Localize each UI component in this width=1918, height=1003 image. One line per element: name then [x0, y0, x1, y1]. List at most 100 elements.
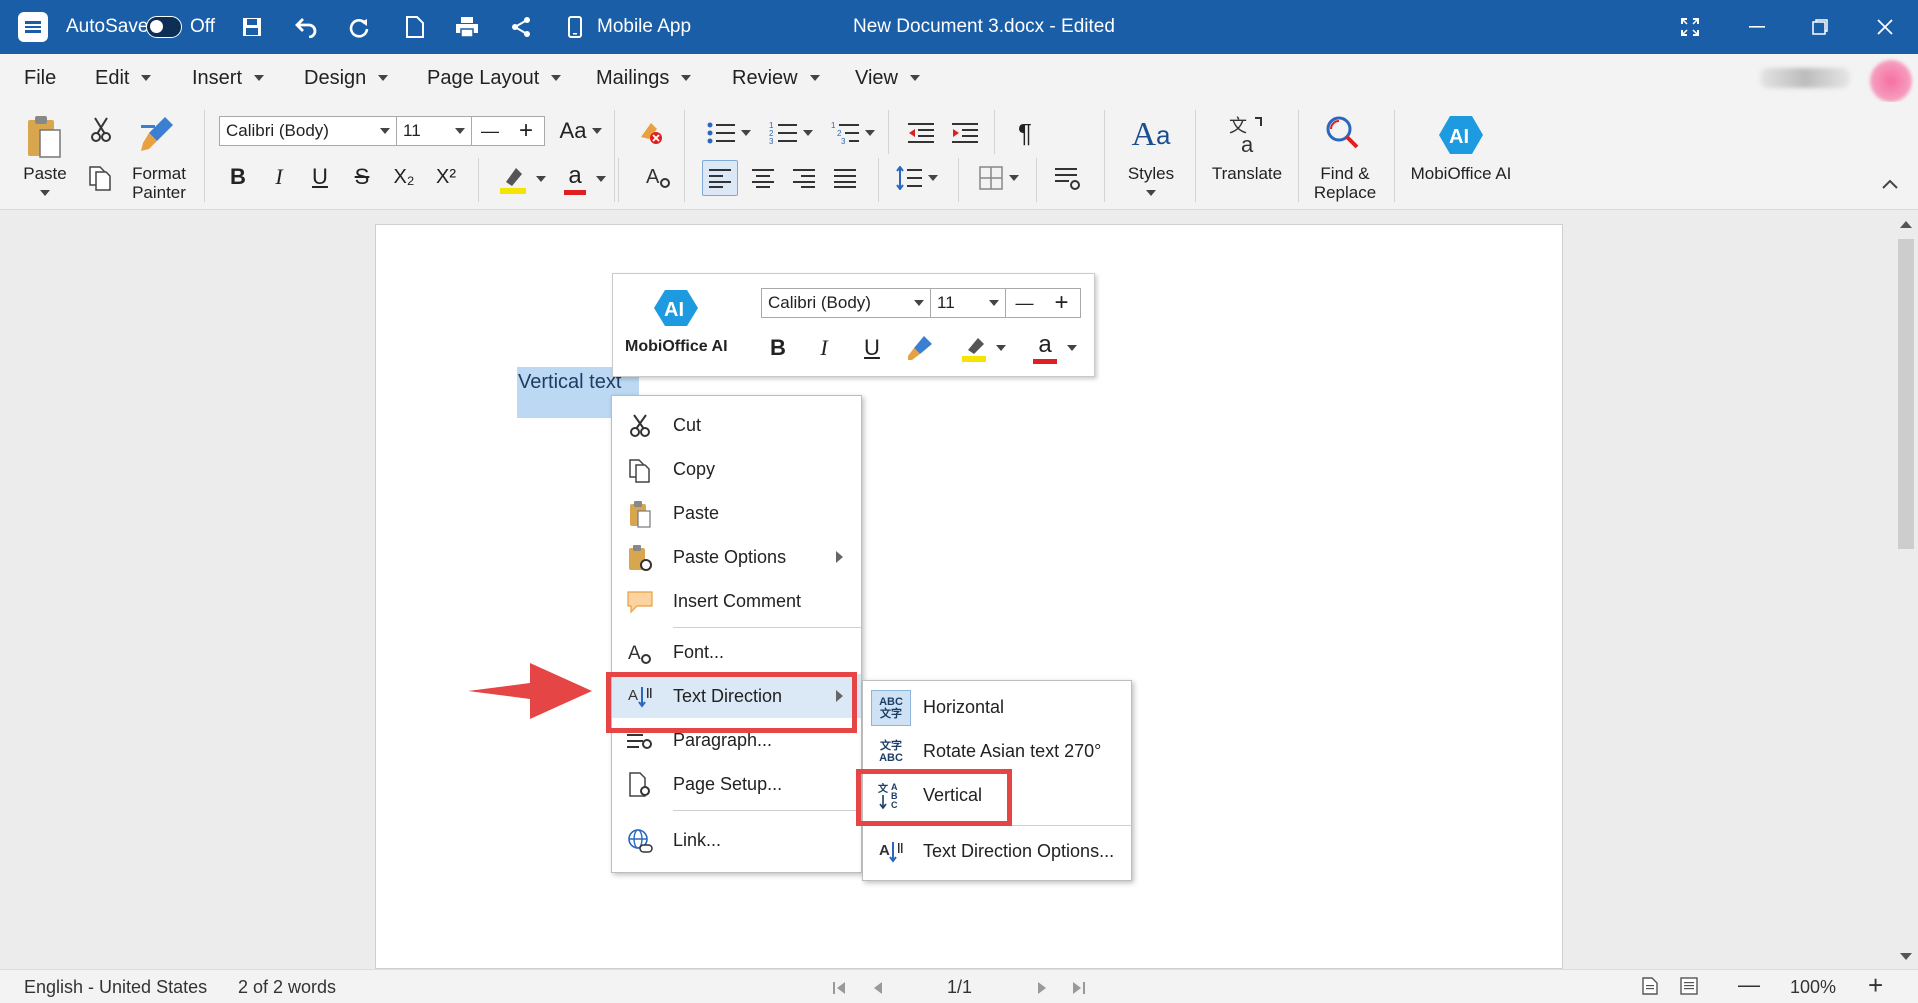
scroll-up-icon[interactable] [1900, 221, 1912, 228]
menu-item-paste[interactable]: Paste [612, 491, 861, 535]
font-color-button[interactable]: a [560, 160, 610, 198]
redo-icon[interactable] [348, 0, 370, 54]
bold-button[interactable]: B [223, 160, 253, 194]
mini-underline-button[interactable]: U [857, 330, 887, 366]
menu-file[interactable]: File [24, 54, 56, 102]
mini-italic-button[interactable]: I [809, 330, 839, 366]
translate-icon[interactable]: 文a [1225, 112, 1269, 156]
zoom-in-button[interactable]: + [1868, 970, 1883, 1001]
zoom-out-button[interactable]: — [1738, 972, 1760, 998]
avatar[interactable] [1870, 60, 1912, 102]
menu-item-paste-options[interactable]: Paste Options [612, 535, 861, 579]
vertical-scrollbar[interactable] [1894, 211, 1918, 969]
find-replace-icon[interactable] [1322, 112, 1366, 156]
menu-item-link[interactable]: Link... [612, 818, 861, 862]
decrease-indent-button[interactable] [904, 118, 938, 148]
menu-view[interactable]: View [855, 54, 920, 102]
menu-review[interactable]: Review [732, 54, 820, 102]
menu-mailings[interactable]: Mailings [596, 54, 692, 102]
print-layout-icon[interactable] [1642, 977, 1658, 1000]
mini-increase-font-button[interactable]: + [1043, 289, 1080, 317]
font-name-select[interactable]: Calibri (Body) [219, 116, 397, 146]
menu-item-insert-comment[interactable]: Insert Comment [612, 579, 861, 623]
next-page-icon[interactable] [1036, 979, 1048, 1000]
share-icon[interactable] [510, 0, 532, 54]
web-layout-icon[interactable] [1680, 977, 1698, 1000]
chevron-down-icon [1009, 175, 1019, 181]
strikethrough-button[interactable]: S [347, 160, 377, 194]
menu-item-copy[interactable]: Copy [612, 447, 861, 491]
paste-dropdown-icon[interactable] [38, 188, 52, 198]
mobile-app-button[interactable]: Mobile App [597, 0, 691, 54]
menu-design[interactable]: Design [304, 54, 389, 102]
print-icon[interactable] [455, 0, 479, 54]
menu-item-font[interactable]: A Font... [612, 630, 861, 674]
undo-icon[interactable] [294, 0, 318, 54]
align-right-button[interactable] [786, 160, 822, 196]
scissors-icon[interactable] [88, 116, 114, 144]
maximize-button[interactable] [1790, 0, 1850, 54]
line-spacing-button[interactable] [890, 160, 944, 196]
mini-font-color-button[interactable]: a [1025, 328, 1085, 368]
menu-page-layout[interactable]: Page Layout [427, 54, 562, 102]
italic-button[interactable]: I [264, 160, 294, 194]
menu-item-cut[interactable]: Cut [612, 403, 861, 447]
mini-font-size-select[interactable]: 11 [930, 288, 1006, 318]
borders-button[interactable] [972, 160, 1026, 196]
language-status[interactable]: English - United States [24, 977, 207, 998]
paste-icon[interactable] [24, 112, 64, 162]
subscript-button[interactable]: X₂ [386, 160, 422, 194]
mini-font-name-select[interactable]: Calibri (Body) [761, 288, 931, 318]
autosave-toggle[interactable] [146, 16, 182, 38]
show-formatting-marks-button[interactable]: ¶ [1010, 116, 1040, 150]
justify-button[interactable] [827, 160, 863, 196]
align-center-button[interactable] [745, 160, 781, 196]
submenu-item-horizontal-label: Horizontal [923, 697, 1005, 717]
copy-icon[interactable] [86, 162, 116, 192]
fullscreen-icon[interactable] [1660, 0, 1720, 54]
numbered-list-button[interactable]: 123 [766, 118, 816, 148]
font-size-select[interactable]: 11 [396, 116, 472, 146]
increase-indent-button[interactable] [948, 118, 982, 148]
paragraph-settings-icon[interactable] [1052, 160, 1084, 196]
multilevel-list-button[interactable]: 123 [828, 118, 878, 148]
previous-page-icon[interactable] [872, 979, 884, 1000]
submenu-item-horizontal[interactable]: ABC 文字 Horizontal [863, 686, 1131, 730]
submenu-item-text-direction-options[interactable]: A Text Direction Options... [863, 830, 1131, 874]
scrollbar-thumb[interactable] [1898, 239, 1914, 549]
menu-item-page-setup[interactable]: Page Setup... [612, 762, 861, 806]
clear-formatting-icon[interactable] [634, 116, 664, 146]
highlight-color-button[interactable] [492, 162, 552, 196]
menu-insert[interactable]: Insert [192, 54, 265, 102]
change-case-button[interactable]: Aa [556, 116, 606, 146]
new-document-icon[interactable] [405, 0, 425, 54]
mini-ai-icon[interactable]: AI [653, 288, 699, 328]
underline-button[interactable]: U [305, 160, 335, 194]
styles-dropdown-icon[interactable] [1144, 188, 1158, 198]
app-menu-icon[interactable] [18, 12, 48, 42]
minimize-button[interactable] [1727, 0, 1787, 54]
increase-font-size-button[interactable]: + [508, 117, 544, 145]
menu-edit[interactable]: Edit [95, 54, 152, 102]
mini-highlight-button[interactable] [953, 330, 1013, 366]
font-settings-icon[interactable]: A [642, 160, 674, 194]
submenu-item-rotate-asian[interactable]: 文字 ABC Rotate Asian text 270° [863, 730, 1131, 774]
mini-bold-button[interactable]: B [763, 330, 793, 366]
mobile-phone-icon[interactable] [568, 0, 582, 54]
save-icon[interactable] [241, 0, 263, 54]
decrease-font-size-button[interactable]: — [472, 121, 508, 142]
bullet-list-button[interactable] [704, 118, 754, 148]
align-left-button[interactable] [702, 160, 738, 196]
mini-decrease-font-button[interactable]: — [1006, 293, 1043, 314]
first-page-icon[interactable] [832, 979, 848, 1000]
format-painter-icon[interactable] [138, 114, 178, 154]
mini-format-painter-icon[interactable] [903, 330, 937, 366]
scroll-down-icon[interactable] [1900, 953, 1912, 960]
close-button[interactable] [1855, 0, 1915, 54]
mobioffice-ai-icon[interactable]: AI [1438, 114, 1484, 156]
superscript-button[interactable]: X² [428, 160, 464, 194]
collapse-ribbon-icon[interactable] [1880, 174, 1900, 194]
styles-icon[interactable]: Aa [1128, 112, 1174, 158]
last-page-icon[interactable] [1070, 979, 1086, 1000]
ribbon-separator [1036, 158, 1037, 202]
